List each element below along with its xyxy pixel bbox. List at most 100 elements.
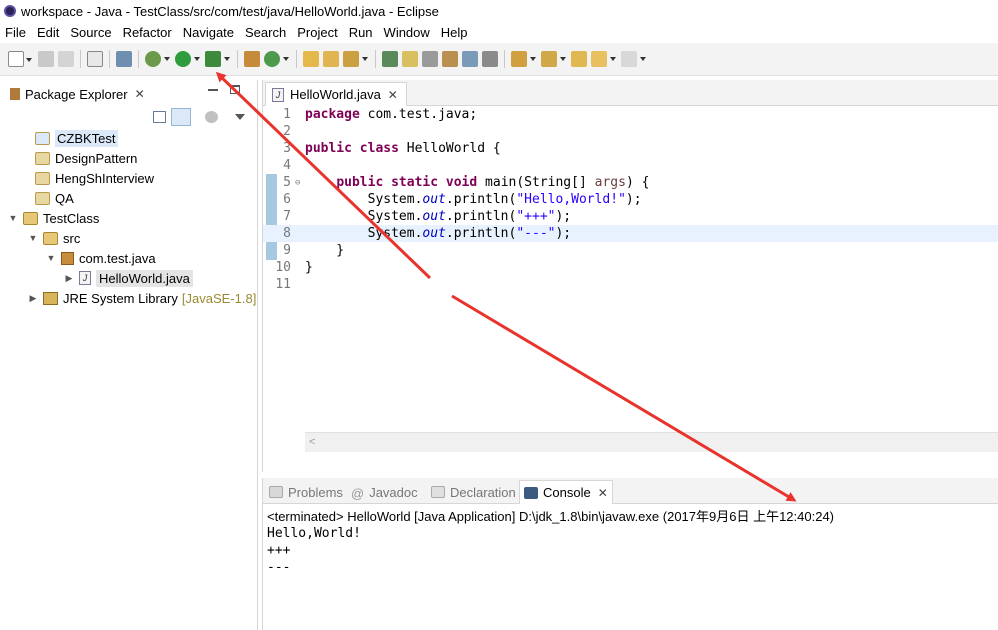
new-java-project-icon[interactable] [244, 51, 260, 67]
menu-run[interactable]: Run [344, 25, 379, 40]
code-text: ); [555, 209, 572, 224]
bottom-panel: Problems @ Javadoc Declaration Console ✕… [262, 478, 998, 630]
static-field: out [422, 192, 446, 207]
tab-helloworld-java[interactable]: J HelloWorld.java ✕ [265, 82, 407, 106]
tab-package-explorer[interactable]: Package Explorer ✕ [4, 82, 151, 106]
debug-icon[interactable] [145, 51, 170, 67]
block-selection-icon[interactable] [442, 51, 458, 67]
new-wizard-icon[interactable] [8, 51, 32, 67]
menu-project[interactable]: Project [292, 25, 343, 40]
tab-javadoc[interactable]: @ Javadoc [347, 480, 422, 504]
horizontal-scrollbar[interactable]: < [305, 432, 998, 452]
annotation-icon[interactable] [382, 51, 398, 67]
expand-chevron-icon[interactable]: ▶ [26, 291, 40, 305]
show-whitespace-icon[interactable] [462, 51, 478, 67]
minimize-icon[interactable] [208, 89, 218, 91]
collapse-all-icon[interactable] [153, 111, 166, 123]
expand-chevron-icon[interactable]: ▼ [6, 211, 20, 225]
tab-label: Package Explorer [25, 86, 128, 102]
scroll-left-icon[interactable]: < [309, 436, 315, 448]
tree-item-jre[interactable]: ▶ JRE System Library [JavaSE-1.8] [0, 288, 258, 308]
maximize-icon[interactable] [230, 85, 240, 94]
tree-item-label: src [63, 230, 81, 246]
package-explorer-icon [10, 88, 20, 100]
save-icon[interactable] [38, 51, 54, 67]
code-line-current: 8 System.out.println("---"); [263, 225, 998, 242]
keyword: void [445, 175, 478, 190]
next-annotation-icon[interactable] [511, 51, 536, 67]
expand-chevron-icon[interactable]: ▶ [62, 271, 76, 285]
tree-item-designpattern[interactable]: DesignPattern [0, 148, 258, 168]
mark-occurrences-icon[interactable] [402, 51, 418, 67]
close-icon[interactable]: ✕ [598, 486, 608, 500]
forward-icon[interactable] [621, 51, 646, 67]
prev-annotation-icon[interactable] [541, 51, 566, 67]
line-number: 8 [283, 226, 291, 241]
code-area[interactable]: 1 package com.test.java; 2 3 public clas… [263, 106, 998, 452]
back-icon[interactable] [591, 51, 616, 67]
eclipse-logo-icon [4, 5, 16, 17]
line-number: 4 [283, 158, 291, 173]
code-line: 3 public class HelloWorld { [263, 140, 998, 157]
binary-icon[interactable] [87, 51, 103, 67]
code-line: 11 [263, 276, 998, 293]
tree-item-package[interactable]: ▼ com.test.java [0, 248, 258, 268]
console-status-line: <terminated> HelloWorld [Java Applicatio… [267, 509, 835, 524]
tree-item-hengshinterview[interactable]: HengShInterview [0, 168, 258, 188]
close-icon[interactable]: ✕ [135, 87, 145, 101]
code-line: 4 [263, 157, 998, 174]
tree-item-qa[interactable]: QA [0, 188, 258, 208]
menu-source[interactable]: Source [65, 25, 117, 40]
line-number: 7 [283, 209, 291, 224]
window-title: workspace - Java - TestClass/src/com/tes… [21, 3, 439, 19]
tree-item-src[interactable]: ▼ src [0, 228, 258, 248]
last-edit-icon[interactable] [571, 51, 587, 67]
word-wrap-icon[interactable] [422, 51, 438, 67]
open-type-icon[interactable] [303, 51, 319, 67]
console-output[interactable]: Hello,World! +++ --- [267, 525, 361, 576]
tab-declaration[interactable]: Declaration [427, 480, 520, 504]
title-bar: workspace - Java - TestClass/src/com/tes… [0, 0, 998, 22]
string-literal: "Hello,World!" [516, 192, 626, 207]
bottom-tab-bar: Problems @ Javadoc Declaration Console ✕ [263, 478, 998, 504]
tree-item-helloworld-java[interactable]: ▶ J HelloWorld.java [0, 268, 258, 288]
run-icon[interactable] [175, 51, 200, 67]
expand-chevron-icon[interactable]: ▼ [44, 251, 58, 265]
java-file-icon: J [272, 87, 284, 102]
tree-item-label: JRE System Library [63, 290, 178, 306]
save-all-icon[interactable] [58, 51, 74, 67]
menu-edit[interactable]: Edit [32, 25, 65, 40]
main-toolbar [0, 43, 998, 76]
menu-file[interactable]: File [0, 25, 32, 40]
search-icon[interactable] [343, 51, 368, 67]
project-folder-icon [35, 171, 50, 185]
keyword: static [391, 175, 439, 190]
menu-refactor[interactable]: Refactor [118, 25, 178, 40]
fold-toggle-icon[interactable]: ⊖ [295, 178, 305, 188]
menu-window[interactable]: Window [379, 25, 436, 40]
skip-breakpoints-icon[interactable] [116, 51, 132, 67]
console-line: +++ [267, 543, 291, 558]
close-icon[interactable]: ✕ [388, 88, 398, 102]
open-task-icon[interactable] [323, 51, 339, 67]
expand-chevron-icon[interactable]: ▼ [26, 231, 40, 245]
new-class-icon[interactable] [264, 51, 289, 67]
code-text: } [305, 243, 345, 258]
menu-navigate[interactable]: Navigate [178, 25, 240, 40]
tab-label: HelloWorld.java [290, 87, 381, 102]
pilcrow-icon[interactable] [482, 51, 498, 67]
toolbar-separator [109, 50, 110, 68]
menu-help[interactable]: Help [436, 25, 474, 40]
menu-search[interactable]: Search [240, 25, 292, 40]
console-line: --- [267, 560, 291, 575]
tree-item-testclass[interactable]: ▼ TestClass [0, 208, 258, 228]
view-menu-icon[interactable] [235, 114, 245, 120]
tab-problems[interactable]: Problems [265, 480, 347, 504]
filter-icon[interactable] [205, 111, 218, 123]
tree-item-czbktest[interactable]: CZBKTest [0, 128, 258, 148]
tab-console[interactable]: Console ✕ [519, 480, 613, 504]
coverage-icon[interactable] [205, 51, 230, 67]
link-with-editor-icon[interactable] [171, 108, 191, 126]
console-line: Hello,World! [267, 526, 361, 541]
